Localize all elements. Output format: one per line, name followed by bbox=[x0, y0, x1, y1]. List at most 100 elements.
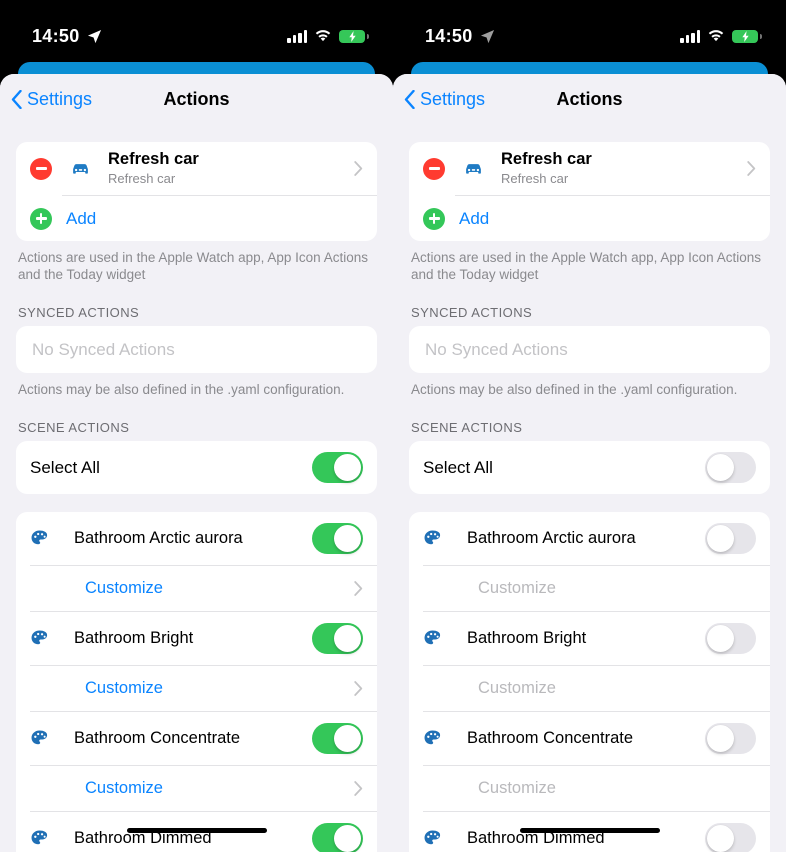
customize-label: Customize bbox=[85, 579, 163, 597]
action-title: Refresh car bbox=[501, 150, 592, 168]
no-synced-actions-placeholder[interactable]: No Synced Actions bbox=[16, 326, 377, 373]
action-row-texts: Refresh car Refresh car bbox=[501, 150, 747, 187]
scene-row[interactable]: Bathroom Arctic aurora bbox=[409, 512, 770, 565]
back-button-label: Settings bbox=[420, 88, 486, 109]
scene-name: Bathroom Bright bbox=[74, 629, 194, 647]
phone-screen-left: 14:50 Settings Actions Refresh car Refre… bbox=[0, 0, 393, 852]
add-action-label: Add bbox=[459, 208, 490, 228]
palette-icon bbox=[31, 530, 48, 545]
home-indicator bbox=[126, 828, 267, 833]
location-arrow-icon bbox=[87, 29, 101, 43]
synced-footnote: Actions may be also defined in the .yaml… bbox=[411, 382, 738, 397]
battery-charging-icon bbox=[732, 29, 762, 43]
palette-icon bbox=[424, 530, 441, 545]
status-bar: 14:50 bbox=[0, 0, 393, 58]
add-action-row[interactable]: Add bbox=[16, 196, 377, 241]
status-bar-right bbox=[287, 29, 369, 43]
scene-row[interactable]: Bathroom Concentrate bbox=[16, 712, 377, 765]
palette-icon bbox=[31, 730, 48, 745]
add-action-row[interactable]: Add bbox=[409, 196, 770, 241]
scene-toggle[interactable] bbox=[312, 623, 363, 654]
scene-row[interactable]: Bathroom Arctic aurora bbox=[16, 512, 377, 565]
palette-icon bbox=[424, 630, 441, 645]
scene-name: Bathroom Bright bbox=[467, 629, 587, 647]
scroll-content[interactable]: Refresh car Refresh car Add Actions are … bbox=[0, 124, 393, 852]
action-subtitle: Refresh car bbox=[108, 171, 176, 186]
customize-label: Customize bbox=[85, 679, 163, 697]
minus-circle-icon[interactable] bbox=[30, 157, 52, 180]
chevron-right-icon bbox=[747, 161, 756, 176]
scene-name: Bathroom Concentrate bbox=[467, 729, 634, 747]
scene-list-group: Bathroom Arctic aurora Customize Bathroo… bbox=[16, 512, 377, 852]
location-arrow-icon bbox=[480, 29, 494, 43]
add-action-label: Add bbox=[66, 208, 97, 228]
chevron-left-icon bbox=[11, 89, 22, 109]
scene-name: Bathroom Concentrate bbox=[74, 729, 241, 747]
customize-row: Customize bbox=[409, 766, 770, 811]
status-bar-left: 14:50 bbox=[425, 26, 495, 47]
scene-actions-header: SCENE ACTIONS bbox=[411, 420, 523, 435]
dual-screenshot-comparison: 14:50 Settings Actions Refresh car Refre… bbox=[0, 0, 786, 852]
scene-row[interactable]: Bathroom Concentrate bbox=[409, 712, 770, 765]
scene-toggle[interactable] bbox=[705, 723, 756, 754]
scene-toggle[interactable] bbox=[312, 523, 363, 554]
synced-footnote: Actions may be also defined in the .yaml… bbox=[18, 382, 345, 397]
chevron-right-icon bbox=[354, 581, 363, 596]
customize-label: Customize bbox=[478, 679, 556, 697]
palette-icon bbox=[31, 630, 48, 645]
scene-name: Bathroom Arctic aurora bbox=[74, 529, 243, 547]
select-all-row[interactable]: Select All bbox=[409, 441, 770, 494]
scene-toggle[interactable] bbox=[312, 823, 363, 852]
actions-group: Refresh car Refresh car Add bbox=[16, 142, 377, 241]
battery-charging-icon bbox=[339, 29, 369, 43]
select-all-row[interactable]: Select All bbox=[16, 441, 377, 494]
plus-circle-icon[interactable] bbox=[423, 207, 445, 230]
chevron-left-icon bbox=[404, 89, 415, 109]
customize-label: Customize bbox=[478, 779, 556, 797]
customize-row[interactable]: Customize bbox=[16, 566, 377, 611]
action-row-refresh-car[interactable]: Refresh car Refresh car bbox=[16, 142, 377, 195]
minus-circle-icon[interactable] bbox=[423, 157, 445, 180]
action-row-refresh-car[interactable]: Refresh car Refresh car bbox=[409, 142, 770, 195]
customize-row[interactable]: Customize bbox=[16, 766, 377, 811]
synced-actions-group: No Synced Actions bbox=[16, 326, 377, 373]
no-synced-actions-placeholder[interactable]: No Synced Actions bbox=[409, 326, 770, 373]
status-bar-left: 14:50 bbox=[32, 26, 102, 47]
phone-screen-right: 14:50 Settings Actions Refresh car Refre… bbox=[393, 0, 786, 852]
car-icon bbox=[73, 164, 88, 174]
wifi-icon bbox=[708, 30, 724, 42]
chevron-right-icon bbox=[354, 781, 363, 796]
action-subtitle: Refresh car bbox=[501, 171, 569, 186]
synced-actions-header: SYNCED ACTIONS bbox=[411, 305, 533, 320]
scene-toggle[interactable] bbox=[312, 723, 363, 754]
actions-group: Refresh car Refresh car Add bbox=[409, 142, 770, 241]
car-icon bbox=[466, 164, 481, 174]
scene-toggle[interactable] bbox=[705, 523, 756, 554]
plus-circle-icon[interactable] bbox=[30, 207, 52, 230]
select-all-toggle[interactable] bbox=[705, 452, 756, 483]
action-title: Refresh car bbox=[108, 150, 199, 168]
scene-row[interactable]: Bathroom Bright bbox=[16, 612, 377, 665]
scene-toggle[interactable] bbox=[705, 823, 756, 852]
customize-row[interactable]: Customize bbox=[16, 666, 377, 711]
status-time: 14:50 bbox=[32, 25, 80, 46]
scroll-content[interactable]: Refresh car Refresh car Add Actions are … bbox=[393, 124, 786, 852]
nav-bar: Settings Actions bbox=[0, 74, 393, 124]
customize-row: Customize bbox=[409, 666, 770, 711]
scene-list-group: Bathroom Arctic aurora Customize Bathroo… bbox=[409, 512, 770, 852]
status-bar: 14:50 bbox=[393, 0, 786, 58]
back-button[interactable]: Settings bbox=[0, 89, 92, 110]
scene-name: Bathroom Arctic aurora bbox=[467, 529, 636, 547]
scene-toggle[interactable] bbox=[705, 623, 756, 654]
palette-icon bbox=[424, 730, 441, 745]
scene-row[interactable]: Bathroom Bright bbox=[409, 612, 770, 665]
select-all-toggle[interactable] bbox=[312, 452, 363, 483]
synced-actions-header: SYNCED ACTIONS bbox=[18, 305, 140, 320]
customize-label: Customize bbox=[478, 579, 556, 597]
select-all-group: Select All bbox=[16, 441, 377, 494]
select-all-label: Select All bbox=[30, 457, 100, 477]
action-row-texts: Refresh car Refresh car bbox=[108, 150, 354, 187]
back-button[interactable]: Settings bbox=[393, 89, 485, 110]
chevron-right-icon bbox=[354, 161, 363, 176]
synced-actions-group: No Synced Actions bbox=[409, 326, 770, 373]
